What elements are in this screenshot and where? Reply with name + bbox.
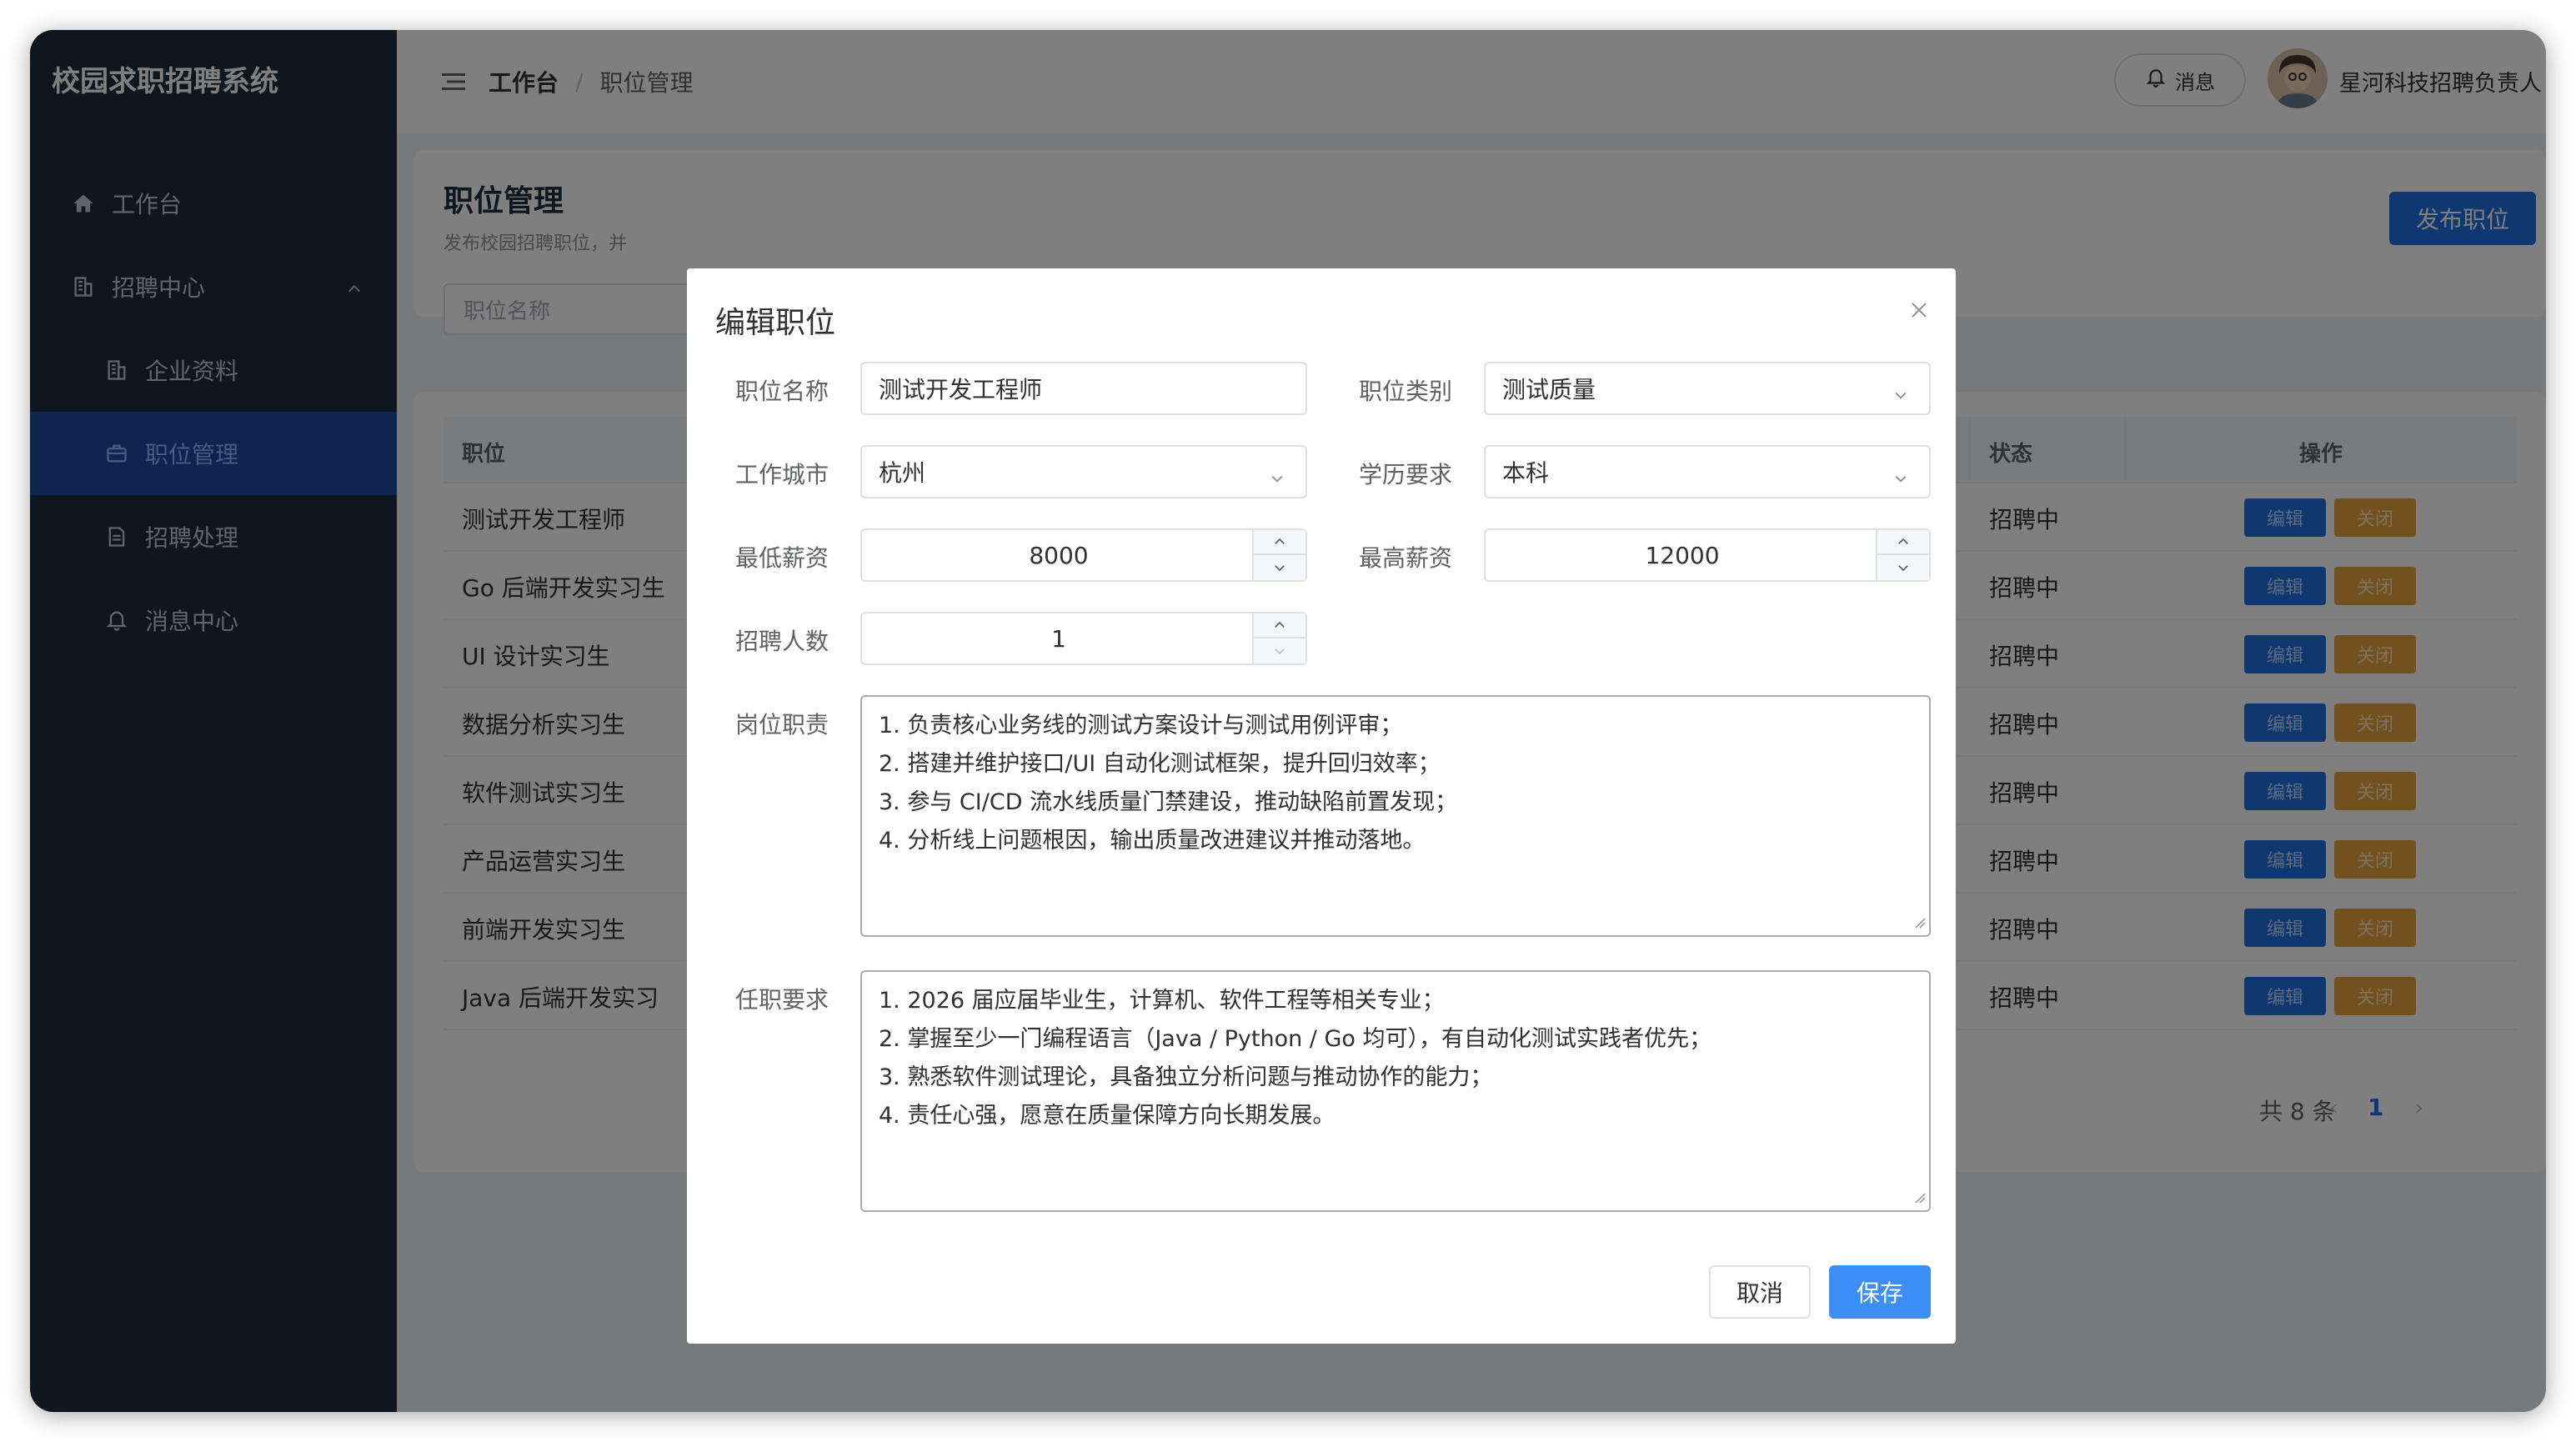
min-salary-value: 8000	[1029, 541, 1089, 569]
min-salary-stepper	[1252, 530, 1306, 580]
requirements-line: 3. 熟悉软件测试理论，具备独立分析问题与推动协作的能力；	[879, 1064, 1493, 1090]
chevron-down-icon	[1892, 465, 1909, 493]
headcount-value: 1	[1051, 624, 1066, 653]
education-label: 学历要求	[1358, 461, 1452, 488]
job-category-value: 测试质量	[1502, 376, 1596, 403]
close-icon[interactable]	[1904, 295, 1934, 325]
job-category-select[interactable]: 测试质量	[1484, 362, 1931, 415]
decrement-button[interactable]	[1877, 555, 1929, 580]
edit-job-dialog: 编辑职位 职位名称 测试开发工程师 职位类别 测试质量 工作城市 杭州 学历要求…	[687, 268, 1956, 1344]
duties-line: 2. 搭建并维护接口/UI 自动化测试框架，提升回归效率；	[879, 751, 1441, 777]
requirements-line: 4. 责任心强，愿意在质量保障方向长期发展。	[879, 1103, 1336, 1129]
duties-textarea[interactable]: 1. 负责核心业务线的测试方案设计与测试用例评审； 2. 搭建并维护接口/UI …	[860, 695, 1931, 937]
job-name-label: 职位名称	[734, 378, 829, 405]
headcount-label: 招聘人数	[734, 628, 829, 655]
dialog-title: 编辑职位	[715, 306, 836, 340]
duties-label: 岗位职责	[734, 711, 829, 739]
save-button[interactable]: 保存	[1829, 1265, 1931, 1319]
min-salary-input[interactable]: 8000	[860, 528, 1307, 582]
cancel-button[interactable]: 取消	[1709, 1265, 1811, 1319]
job-category-label: 职位类别	[1358, 378, 1452, 405]
work-city-label: 工作城市	[734, 461, 829, 488]
work-city-select[interactable]: 杭州	[860, 445, 1307, 498]
max-salary-input[interactable]: 12000	[1484, 528, 1931, 582]
headcount-stepper	[1252, 613, 1306, 663]
chevron-down-icon	[1892, 382, 1909, 409]
education-select[interactable]: 本科	[1484, 445, 1931, 498]
resize-handle-icon[interactable]	[1914, 1191, 1926, 1207]
job-name-value: 测试开发工程师	[879, 376, 1043, 403]
headcount-input[interactable]: 1	[860, 612, 1307, 665]
job-name-input[interactable]: 测试开发工程师	[860, 362, 1307, 415]
chevron-down-icon	[1269, 465, 1285, 493]
requirements-line: 2. 掌握至少一门编程语言（Java / Python / Go 均可），有自动…	[879, 1026, 1712, 1052]
max-salary-value: 12000	[1645, 541, 1720, 569]
max-salary-stepper	[1876, 530, 1929, 580]
work-city-value: 杭州	[879, 459, 926, 487]
min-salary-label: 最低薪资	[734, 544, 829, 572]
app-window: 校园求职招聘系统 工作台 招聘中心 企业资料	[30, 30, 2546, 1412]
requirements-textarea[interactable]: 1. 2026 届应届毕业生，计算机、软件工程等相关专业； 2. 掌握至少一门编…	[860, 970, 1931, 1212]
max-salary-label: 最高薪资	[1358, 544, 1452, 572]
requirements-line: 1. 2026 届应届毕业生，计算机、软件工程等相关专业；	[879, 988, 1445, 1014]
duties-line: 1. 负责核心业务线的测试方案设计与测试用例评审；	[879, 713, 1403, 739]
increment-button[interactable]	[1254, 613, 1306, 638]
decrement-button[interactable]	[1254, 638, 1306, 663]
increment-button[interactable]	[1254, 530, 1306, 555]
duties-line: 3. 参与 CI/CD 流水线质量门禁建设，推动缺陷前置发现；	[879, 789, 1458, 815]
increment-button[interactable]	[1877, 530, 1929, 555]
education-value: 本科	[1502, 459, 1550, 487]
decrement-button[interactable]	[1254, 555, 1306, 580]
duties-line: 4. 分析线上问题根因，输出质量改进建议并推动落地。	[879, 828, 1426, 854]
resize-handle-icon[interactable]	[1914, 916, 1926, 932]
requirements-label: 任职要求	[734, 986, 829, 1014]
